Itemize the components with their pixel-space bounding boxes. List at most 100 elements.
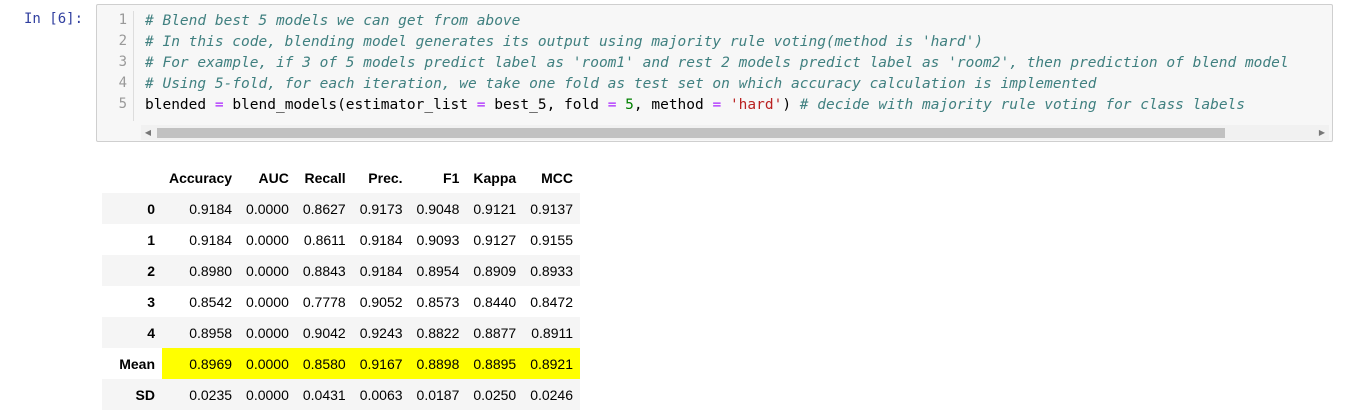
code-token-operator: = bbox=[712, 97, 722, 113]
table-row: SD 0.0235 0.0000 0.0431 0.0063 0.0187 0.… bbox=[102, 379, 581, 410]
code-token-call: blend_models(estimator_list bbox=[232, 97, 477, 113]
table-row: 1 0.9184 0.0000 0.8611 0.9184 0.9093 0.9… bbox=[102, 224, 581, 255]
code-token-operator: = bbox=[206, 97, 233, 113]
code-line-5[interactable]: blended = blend_models(estimator_list = … bbox=[145, 95, 1245, 115]
line-number: 4 bbox=[118, 75, 127, 91]
table-cell: 0.8573 bbox=[416, 293, 460, 310]
code-token-paren: ) bbox=[782, 97, 800, 113]
table-cell: 0.0246 bbox=[530, 386, 574, 403]
table-cell: 0.8627 bbox=[302, 200, 346, 217]
table-cell: 0.8440 bbox=[473, 293, 517, 310]
code-token-args: , method bbox=[633, 97, 713, 113]
scrollbar-thumb[interactable] bbox=[157, 128, 1225, 138]
table-cell: 0.0235 bbox=[189, 386, 233, 403]
code-editor[interactable]: # Blend best 5 models we can get from ab… bbox=[145, 5, 1331, 125]
table-cell: 0.8909 bbox=[473, 262, 517, 279]
table-cell: 0.9137 bbox=[530, 200, 574, 217]
input-prompt: In [6]: bbox=[24, 11, 84, 27]
horizontal-scrollbar[interactable]: ◀ ▶ bbox=[141, 125, 1329, 140]
table-cell: 0.8954 bbox=[416, 262, 460, 279]
table-cell: 0.8933 bbox=[530, 262, 574, 279]
table-cell: 0.0250 bbox=[473, 386, 517, 403]
table-cell: 0.9155 bbox=[530, 231, 574, 248]
table-cell: 0.0431 bbox=[302, 386, 346, 403]
table-cell: 0.9093 bbox=[416, 231, 460, 248]
table-cell: 0.0000 bbox=[246, 200, 289, 217]
table-cell: 0.9052 bbox=[359, 293, 403, 310]
row-label: 1 bbox=[147, 231, 155, 248]
column-header: Kappa bbox=[473, 170, 517, 186]
table-cell: 0.9184 bbox=[189, 200, 233, 217]
table-cell: 0.0187 bbox=[416, 386, 460, 403]
row-label: 4 bbox=[147, 324, 155, 341]
triangle-left-icon[interactable]: ◀ bbox=[141, 125, 155, 140]
code-token-args: best_5, fold bbox=[485, 97, 608, 113]
table-cell: 0.8958 bbox=[189, 324, 233, 341]
table-cell-highlighted: 0.9167 bbox=[352, 348, 410, 379]
table-cell: 0.8822 bbox=[416, 324, 460, 341]
table-row: 4 0.8958 0.0000 0.9042 0.9243 0.8822 0.8… bbox=[102, 317, 581, 348]
table-cell: 0.9048 bbox=[416, 200, 460, 217]
table-cell: 0.9184 bbox=[189, 231, 233, 248]
table-cell: 0.0000 bbox=[246, 324, 289, 341]
code-line-1[interactable]: # Blend best 5 models we can get from ab… bbox=[145, 11, 520, 31]
code-token-comment: # decide with majority rule voting for c… bbox=[799, 97, 1246, 113]
table-cell-highlighted: 0.0000 bbox=[239, 348, 296, 379]
table-row: 2 0.8980 0.0000 0.8843 0.9184 0.8954 0.8… bbox=[102, 255, 581, 286]
table-cell-highlighted: 0.8969 bbox=[162, 348, 240, 379]
column-header: Prec. bbox=[368, 170, 403, 186]
code-line-3[interactable]: # For example, if 3 of 5 models predict … bbox=[145, 53, 1289, 73]
table-cell: 0.9243 bbox=[359, 324, 403, 341]
table-cell: 0.8542 bbox=[189, 293, 233, 310]
table-cell: 0.9121 bbox=[473, 200, 517, 217]
code-token-number: 5 bbox=[616, 97, 634, 113]
table-cell: 0.8843 bbox=[302, 262, 346, 279]
table-cell: 0.0000 bbox=[246, 386, 289, 403]
table-cell: 0.9173 bbox=[359, 200, 403, 217]
line-number: 5 bbox=[118, 96, 127, 112]
column-header: MCC bbox=[541, 170, 574, 186]
table-cell: 0.9127 bbox=[473, 231, 517, 248]
table-cell-highlighted: 0.8921 bbox=[523, 348, 581, 379]
line-number: 3 bbox=[118, 54, 127, 70]
table-cell-highlighted: 0.8895 bbox=[466, 348, 524, 379]
column-header: Accuracy bbox=[169, 170, 233, 186]
row-label: SD bbox=[135, 386, 155, 403]
line-number: 2 bbox=[118, 33, 127, 49]
row-label: 0 bbox=[147, 200, 155, 217]
column-header: F1 bbox=[443, 170, 460, 186]
table-cell-highlighted: 0.8580 bbox=[295, 348, 353, 379]
code-token-string: 'hard' bbox=[721, 97, 783, 113]
column-header bbox=[102, 163, 162, 193]
table-cell: 0.0063 bbox=[359, 386, 403, 403]
table-cell: 0.8877 bbox=[473, 324, 517, 341]
table-cell: 0.9184 bbox=[359, 231, 403, 248]
results-table: Accuracy AUC Recall Prec. F1 Kappa MCC 0… bbox=[102, 163, 581, 410]
code-line-2[interactable]: # In this code, blending model generates… bbox=[145, 32, 983, 52]
row-label: 3 bbox=[147, 293, 155, 310]
table-row: 0 0.9184 0.0000 0.8627 0.9173 0.9048 0.9… bbox=[102, 193, 581, 224]
row-label: Mean bbox=[119, 355, 155, 372]
table-cell: 0.9042 bbox=[302, 324, 346, 341]
table-cell: 0.8980 bbox=[189, 262, 233, 279]
column-header: AUC bbox=[258, 170, 289, 186]
line-number: 1 bbox=[118, 12, 127, 28]
table-cell: 0.0000 bbox=[246, 262, 289, 279]
table-row-mean: Mean 0.8969 0.0000 0.8580 0.9167 0.8898 … bbox=[102, 348, 581, 379]
row-label: 2 bbox=[147, 262, 155, 279]
table-cell: 0.0000 bbox=[246, 293, 289, 310]
table-cell: 0.8472 bbox=[530, 293, 574, 310]
table-row: 3 0.8542 0.0000 0.7778 0.9052 0.8573 0.8… bbox=[102, 286, 581, 317]
table-cell: 0.0000 bbox=[246, 231, 289, 248]
table-cell: 0.9184 bbox=[359, 262, 403, 279]
gutter-divider bbox=[133, 11, 134, 121]
table-header-row: Accuracy AUC Recall Prec. F1 Kappa MCC bbox=[102, 163, 580, 193]
column-header: Recall bbox=[304, 170, 346, 186]
table-cell: 0.8611 bbox=[303, 231, 346, 248]
table-cell: 0.8911 bbox=[531, 324, 574, 341]
code-cell[interactable]: 1 2 3 4 5 # Blend best 5 models we can g… bbox=[96, 4, 1333, 142]
code-line-4[interactable]: # Using 5-fold, for each iteration, we t… bbox=[145, 74, 1097, 94]
table-cell-highlighted: 0.8898 bbox=[409, 348, 467, 379]
code-token-variable: blended bbox=[145, 97, 207, 113]
triangle-right-icon[interactable]: ▶ bbox=[1315, 125, 1329, 140]
